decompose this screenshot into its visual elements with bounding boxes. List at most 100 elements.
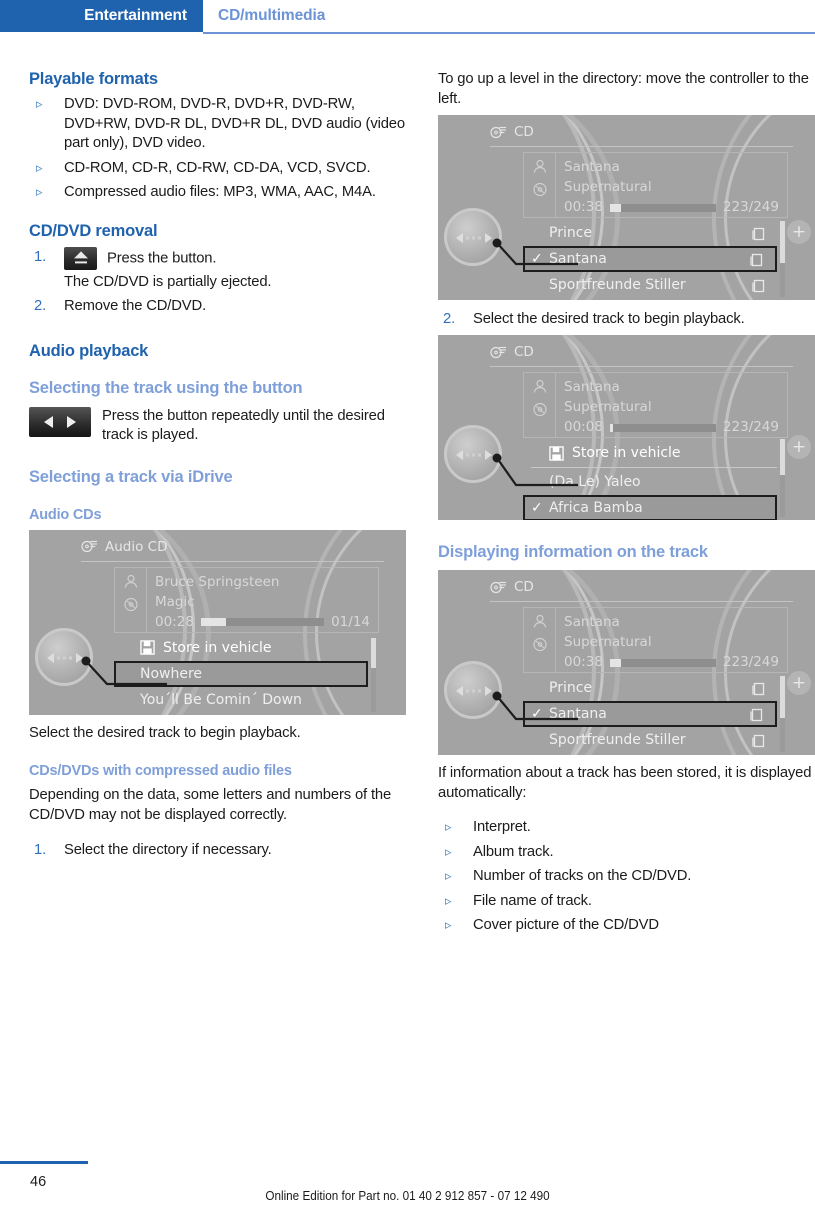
tab-cd-multimedia[interactable]: CD/multimedia (218, 0, 325, 32)
caption-select-track: Select the desired track to begin playba… (29, 724, 301, 741)
screen-title-row: Audio CD (81, 539, 167, 555)
progress-row: 00:38 223/249 (564, 197, 779, 217)
eject-button-icon[interactable] (64, 246, 97, 270)
screen-title: CD (514, 124, 534, 140)
screen-title-divider (490, 366, 793, 367)
knob-left-arrow-icon (456, 233, 463, 243)
now-playing-icon-column (524, 153, 556, 217)
knob-center-dots (57, 656, 73, 659)
scrollbar-thumb[interactable] (780, 676, 785, 718)
scrollbar-thumb[interactable] (780, 439, 785, 475)
now-playing-text: Santana Supernatural 00:38 223/249 (564, 157, 779, 217)
progress-bar[interactable] (609, 203, 716, 212)
track-title: You´ll Be Comin´ Down (140, 691, 302, 708)
progress-fill (609, 658, 621, 667)
go-up-level-text: To go up a level in the directory: move … (438, 71, 809, 107)
knob-right-arrow-icon (485, 233, 492, 243)
step-number: 1. (34, 842, 47, 858)
stored-info-intro: If information about a track has been st… (438, 765, 812, 801)
folder-icon (752, 734, 765, 747)
left-column: Playable formats DVD: DVD-ROM, DVD-R, DV… (29, 70, 406, 864)
track-title: Africa Bamba (549, 500, 643, 516)
scrollbar-thumb[interactable] (780, 221, 785, 263)
screen-title-row: CD (490, 124, 534, 140)
track-count: 223/249 (722, 419, 779, 435)
directory-row[interactable]: Tom Jones (523, 298, 777, 300)
page-header: Entertainment CD/multimedia (0, 0, 815, 38)
folder-icon (750, 708, 763, 721)
next-track-icon (67, 415, 76, 428)
directory-name: Sportfreunde Stiller (549, 277, 686, 293)
options-plus-button[interactable]: + (787, 220, 811, 244)
footer-edition-note: Online Edition for Part no. 01 40 2 912 … (265, 1188, 550, 1203)
callout-leader-line (492, 691, 578, 721)
header-divider (203, 32, 815, 34)
elapsed-time: 00:08 (564, 419, 603, 435)
track-row[interactable]: Livin´ In The Future (114, 713, 368, 715)
knob-left-arrow-icon (47, 652, 54, 663)
step-number: 2. (443, 311, 456, 327)
skip-button-description: Press the button repeatedly until the de… (102, 407, 385, 444)
screen-title: CD (514, 344, 534, 360)
knob-right-arrow-icon (485, 686, 492, 696)
progress-bar[interactable] (609, 423, 716, 432)
removal-steps-list: 1. Press the button. (29, 246, 406, 270)
progress-row: 00:38 223/249 (564, 652, 779, 672)
screen-title-divider (490, 601, 793, 602)
progress-fill (609, 203, 621, 212)
heading-audio-playback: Audio playback (29, 341, 149, 360)
now-playing-icon-column (115, 567, 147, 632)
elapsed-time: 00:38 (564, 199, 603, 215)
stored-info-list: Interpret. Album track. Number of tracks… (438, 817, 815, 936)
options-plus-button[interactable]: + (787, 435, 811, 459)
scrollbar-thumb[interactable] (371, 637, 376, 668)
screen-title: CD (514, 579, 534, 595)
artist-person-icon (533, 379, 546, 393)
screen-title-row: CD (490, 344, 534, 360)
artist-name: Santana (564, 159, 620, 175)
artist-person-icon (124, 574, 137, 588)
progress-bar[interactable] (609, 658, 716, 667)
heading-selecting-track-idrive: Selecting a track via iDrive (29, 467, 233, 486)
elapsed-time: 00:38 (564, 654, 603, 670)
step-2-list: 2. Select the desired track to begin pla… (438, 309, 815, 329)
list-item: Album track. (438, 842, 815, 863)
compressed-steps-list: 1. Select the directory if necessary. (29, 840, 406, 860)
step-number: 2. (34, 297, 47, 314)
knob-center-dots (466, 689, 482, 693)
callout-leader-line (492, 238, 578, 266)
idrive-screen-cd-tracks: CD Santana Supernatural 00:08 223/249 St… (438, 335, 815, 520)
progress-row: 00:08 223/249 (564, 417, 779, 437)
folder-icon (752, 227, 765, 240)
cd-music-note-icon (490, 346, 506, 358)
options-plus-button[interactable]: + (787, 671, 811, 695)
callout-leader-line (492, 453, 578, 487)
album-disc-icon (123, 597, 138, 611)
save-floppy-icon (140, 640, 155, 655)
tab-entertainment[interactable]: Entertainment (0, 0, 203, 32)
cd-music-note-icon (81, 540, 97, 553)
footer-divider (0, 1161, 88, 1164)
artist-person-icon (533, 159, 546, 173)
removal-steps-list-2: 2. Remove the CD/DVD. (29, 296, 406, 316)
album-name: Magic (155, 593, 195, 610)
list-item-step-2: 2. Select the desired track to begin pla… (438, 309, 815, 329)
track-skip-button-icon[interactable] (29, 406, 91, 437)
list-item-step-1: 1. Select the directory if necessary. (29, 840, 406, 860)
right-column: To go up a level in the directory: move … (438, 70, 815, 941)
now-playing-text: Santana Supernatural 00:38 223/249 (564, 612, 779, 672)
directory-row[interactable]: Tom Jones (523, 753, 777, 755)
eject-glyph (73, 251, 88, 264)
idrive-screen-audio-cd: Audio CD Bruce Springsteen Magic 00:28 0… (29, 529, 406, 715)
progress-row: 00:28 01/14 (155, 612, 370, 632)
knob-right-arrow-icon (485, 450, 492, 460)
progress-bar[interactable] (200, 618, 325, 626)
step-text: Press the button. (107, 249, 217, 266)
callout-leader-line (81, 656, 167, 685)
